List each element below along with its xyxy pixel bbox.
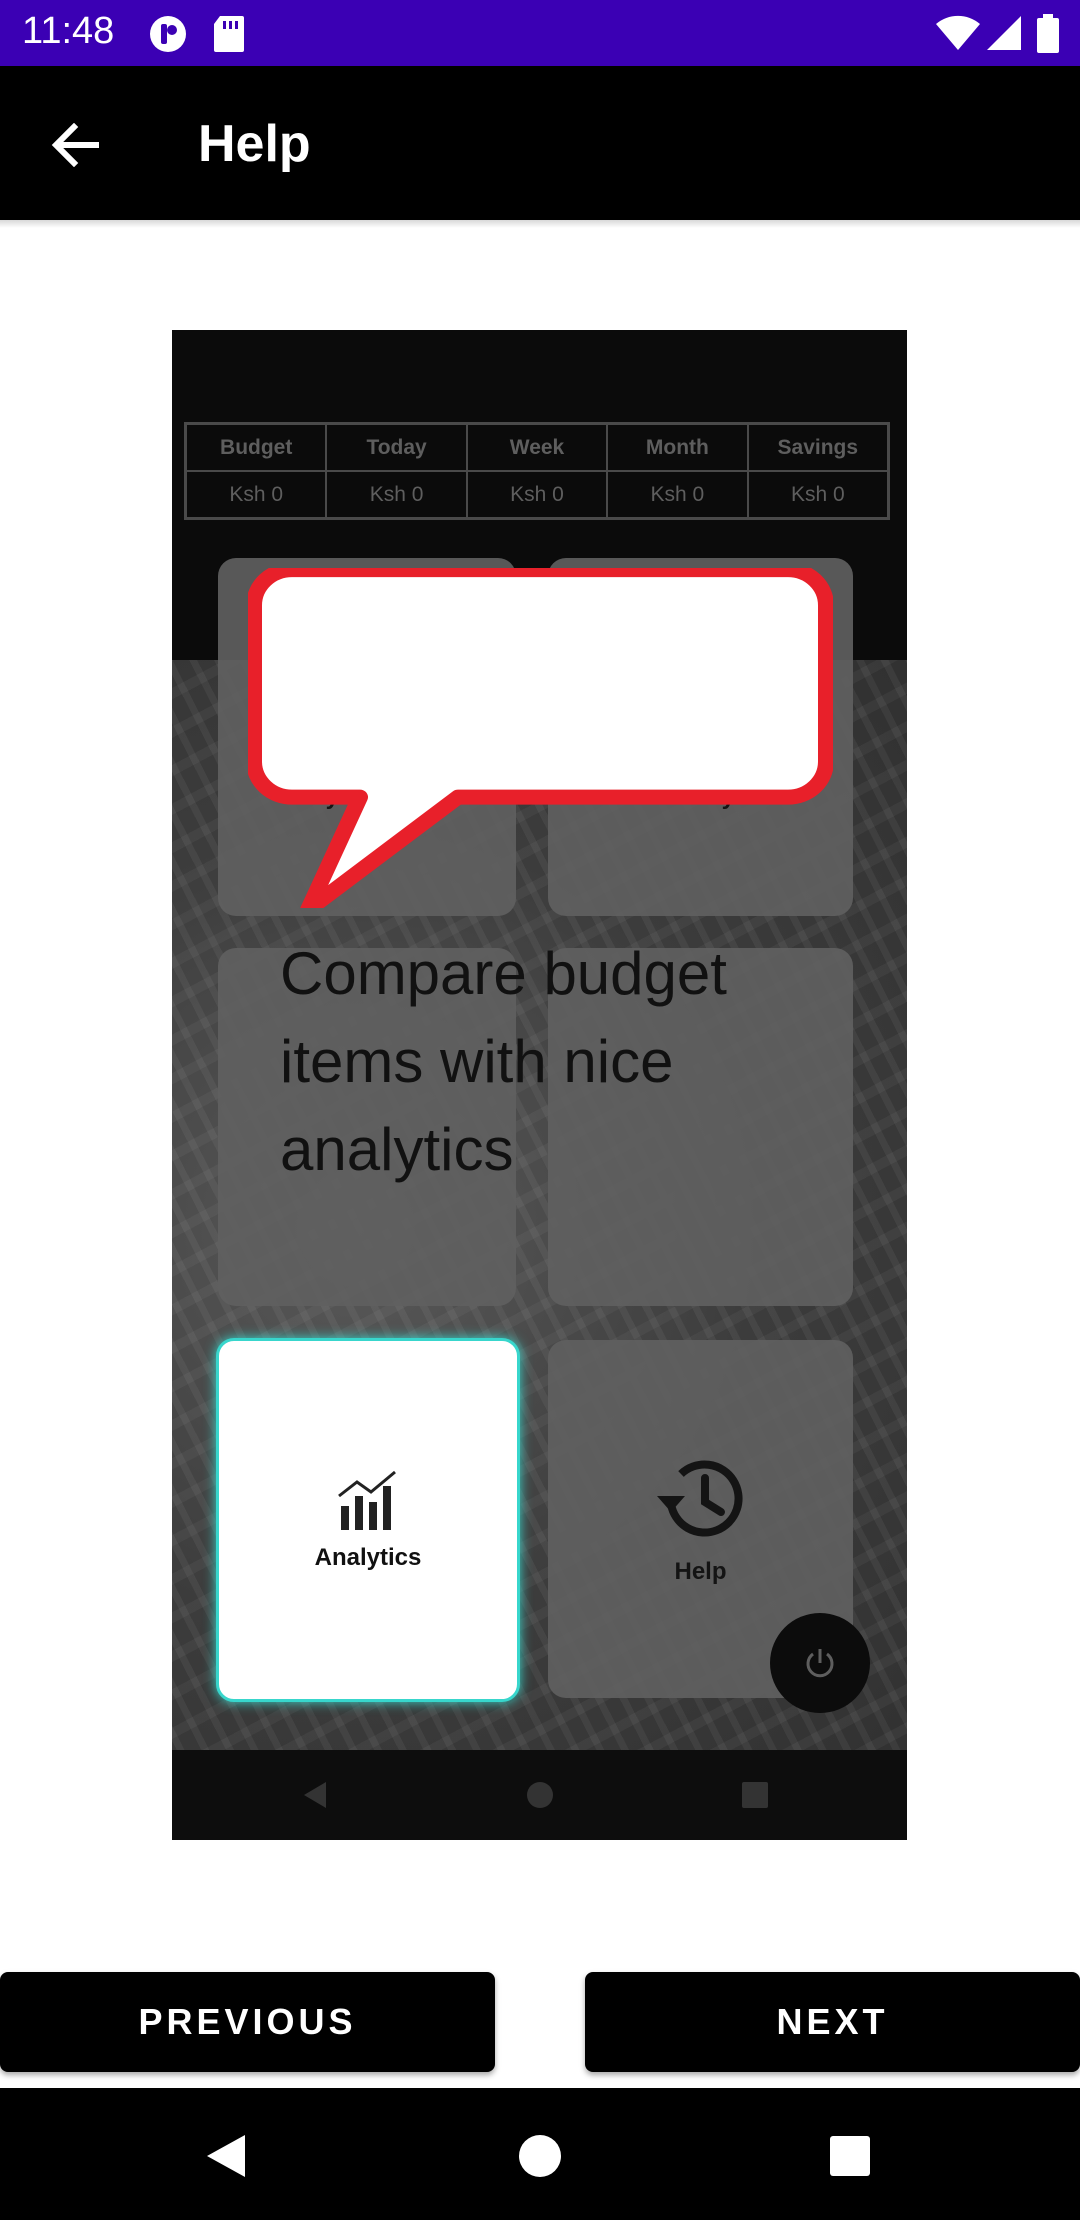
table-header: Today [326, 424, 467, 471]
tile-analytics: Analytics [216, 1338, 520, 1702]
cell-signal-icon [985, 14, 1023, 57]
summary-table: Budget Today Week Month Savings Ksh 0 Ks… [184, 422, 890, 520]
callout-bubble [248, 568, 833, 908]
status-time: 11:48 [22, 10, 115, 52]
wifi-icon [935, 14, 981, 57]
table-cell: Ksh 0 [186, 471, 327, 518]
table-header: Budget [186, 424, 327, 471]
table-cell: Ksh 0 [747, 471, 888, 518]
page-title: Help [198, 115, 311, 173]
table-cell: Ksh 0 [466, 471, 608, 518]
next-button[interactable]: NEXT [585, 1972, 1080, 2072]
sd-card-icon [212, 14, 246, 59]
triangle-back-icon [207, 2135, 245, 2177]
app-bar: Help [0, 66, 1080, 220]
table-cell: Ksh 0 [326, 471, 467, 518]
app-bar-shadow [0, 220, 1080, 228]
system-back-button[interactable] [196, 2126, 256, 2186]
back-button[interactable] [40, 110, 110, 180]
status-bar: 11:48 [0, 0, 1080, 66]
table-cell: Ksh 0 [607, 471, 748, 518]
table-header: Week [466, 424, 608, 471]
circle-home-icon [519, 2135, 561, 2177]
inner-back-icon [300, 1780, 330, 1815]
system-home-button[interactable] [510, 2126, 570, 2186]
table-header: Savings [747, 424, 888, 471]
previous-button[interactable]: PREVIOUS [0, 1972, 495, 2072]
table-header: Month [607, 424, 748, 471]
square-recents-icon [830, 2136, 870, 2176]
app-notification-icon [148, 14, 188, 59]
power-icon [806, 1649, 834, 1678]
tile-label: Help [674, 1558, 727, 1585]
history-clock-icon [656, 1460, 743, 1537]
callout-text: Compare budget items with nice analytics [280, 940, 727, 1183]
tile-label: Analytics [314, 1544, 422, 1571]
arrow-left-icon [51, 123, 99, 167]
inner-home-icon [525, 1780, 555, 1815]
inner-recents-icon [740, 1780, 770, 1815]
system-recents-button[interactable] [820, 2126, 880, 2186]
inner-nav-bar [172, 1750, 907, 1840]
analytics-chart-icon [338, 1470, 396, 1530]
battery-icon [1036, 14, 1060, 59]
power-fab [770, 1613, 870, 1713]
system-nav-bar [0, 2088, 1080, 2220]
